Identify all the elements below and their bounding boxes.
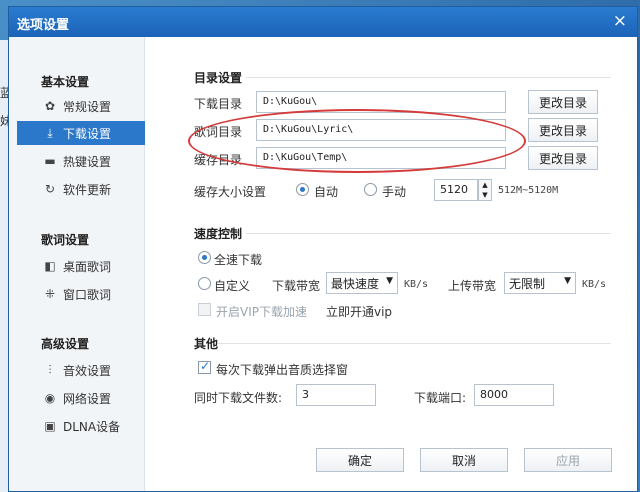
divider bbox=[246, 77, 611, 78]
chevron-down-icon: ▼ bbox=[564, 276, 571, 286]
sidebar: 基本设置 ✿ 常规设置 ⤓ 下载设置 ▬ 热键设置 ↻ 软件更新 歌词设置 ◧ … bbox=[9, 37, 145, 491]
other-section-title: 其他 bbox=[194, 337, 219, 351]
window-lyric-icon: ⁜ bbox=[44, 287, 56, 301]
download-unit: KB/s bbox=[404, 279, 429, 290]
dlna-icon: ▣ bbox=[44, 419, 56, 433]
cache-auto-radio[interactable] bbox=[296, 183, 309, 196]
download-dir-label: 下载目录 bbox=[194, 97, 243, 111]
concurrent-label: 同时下载文件数: bbox=[194, 391, 283, 405]
sidebar-item-general[interactable]: ✿ 常规设置 bbox=[17, 94, 145, 118]
sidebar-item-label: 软件更新 bbox=[63, 182, 112, 197]
custom-speed-radio[interactable] bbox=[198, 277, 211, 290]
sidebar-item-label: 热键设置 bbox=[63, 154, 112, 169]
close-icon[interactable]: × bbox=[613, 11, 627, 31]
sidebar-item-label: 网络设置 bbox=[63, 391, 112, 406]
ok-button[interactable]: 确定 bbox=[316, 448, 404, 472]
keyboard-icon: ▬ bbox=[44, 154, 56, 168]
settings-panel: 目录设置 下载目录 D:\KuGou\ 更改目录 歌词目录 D:\KuGou\L… bbox=[146, 37, 637, 491]
change-cache-dir-button[interactable]: 更改目录 bbox=[528, 146, 598, 170]
concurrent-input[interactable]: 3 bbox=[296, 384, 376, 406]
speed-section-title: 速度控制 bbox=[194, 227, 243, 241]
cache-size-label: 缓存大小设置 bbox=[194, 185, 267, 199]
refresh-icon: ↻ bbox=[44, 182, 56, 196]
network-icon: ◉ bbox=[44, 391, 56, 405]
upload-bandwidth-label: 上传带宽 bbox=[448, 279, 497, 293]
sidebar-item-label: 窗口歌词 bbox=[63, 287, 112, 302]
sidebar-item-hotkey[interactable]: ▬ 热键设置 bbox=[17, 149, 145, 173]
equalizer-icon: ⫶ bbox=[48, 363, 52, 377]
download-bandwidth-label: 下载带宽 bbox=[272, 279, 321, 293]
download-icon: ⤓ bbox=[47, 126, 53, 140]
sidebar-item-label: 下载设置 bbox=[63, 126, 112, 141]
sidebar-item-dlna[interactable]: ▣ DLNA设备 bbox=[17, 414, 145, 438]
sidebar-item-network[interactable]: ◉ 网络设置 bbox=[17, 386, 145, 410]
upload-bandwidth-select[interactable]: 无限制 ▼ bbox=[504, 272, 576, 294]
port-label: 下载端口: bbox=[414, 391, 467, 405]
download-bandwidth-value: 最快速度 bbox=[331, 277, 380, 291]
full-speed-label: 全速下载 bbox=[214, 253, 263, 267]
sidebar-item-label: 桌面歌词 bbox=[63, 259, 112, 274]
sidebar-item-window-lyric[interactable]: ⁜ 窗口歌词 bbox=[17, 282, 145, 306]
sidebar-item-label: 常规设置 bbox=[63, 99, 112, 114]
upload-bandwidth-value: 无限制 bbox=[509, 277, 546, 291]
cache-manual-radio[interactable] bbox=[364, 183, 377, 196]
upload-unit: KB/s bbox=[582, 279, 607, 290]
window-title: 选项设置 bbox=[17, 18, 70, 33]
download-dir-input[interactable]: D:\KuGou\ bbox=[256, 91, 506, 113]
port-input[interactable]: 8000 bbox=[474, 384, 554, 406]
chevron-down-icon: ▼ bbox=[386, 276, 393, 286]
quality-popup-checkbox[interactable] bbox=[198, 359, 211, 374]
directory-section-title: 目录设置 bbox=[194, 71, 243, 85]
change-lyric-dir-button[interactable]: 更改目录 bbox=[528, 118, 598, 142]
change-download-dir-button[interactable]: 更改目录 bbox=[528, 90, 598, 114]
vip-accel-label: 开启VIP下载加速 bbox=[216, 305, 307, 319]
sidebar-item-sound[interactable]: ⫶ 音效设置 bbox=[17, 358, 145, 382]
cache-size-stepper[interactable]: ▲ ▼ bbox=[478, 179, 492, 201]
sidebar-section-lyrics: 歌词设置 bbox=[41, 233, 90, 247]
custom-speed-label: 自定义 bbox=[214, 279, 251, 293]
divider bbox=[246, 233, 611, 234]
sidebar-section-advanced: 高级设置 bbox=[41, 337, 90, 351]
sidebar-item-label: 音效设置 bbox=[63, 363, 112, 378]
gear-icon: ✿ bbox=[44, 99, 56, 113]
desktop-lyric-icon: ◧ bbox=[44, 259, 56, 273]
full-speed-radio[interactable] bbox=[198, 251, 211, 264]
sidebar-item-label: DLNA设备 bbox=[63, 419, 121, 434]
cache-dir-label: 缓存目录 bbox=[194, 153, 243, 167]
vip-link[interactable]: 立即开通vip bbox=[326, 303, 392, 320]
sidebar-section-basic: 基本设置 bbox=[41, 75, 90, 89]
sidebar-item-desktop-lyric[interactable]: ◧ 桌面歌词 bbox=[17, 254, 145, 278]
cache-dir-input[interactable]: D:\KuGou\Temp\ bbox=[256, 147, 506, 169]
divider bbox=[218, 343, 611, 344]
cache-size-input[interactable]: 5120 bbox=[434, 179, 478, 201]
cache-range-hint: 512M~5120M bbox=[498, 185, 559, 196]
download-bandwidth-select[interactable]: 最快速度 ▼ bbox=[326, 272, 398, 294]
options-dialog: 选项设置 × 基本设置 ✿ 常规设置 ⤓ 下载设置 ▬ 热键设置 ↻ 软件更新 … bbox=[8, 6, 638, 492]
cache-auto-label: 自动 bbox=[314, 185, 339, 199]
cancel-button[interactable]: 取消 bbox=[420, 448, 508, 472]
lyric-dir-input[interactable]: D:\KuGou\Lyric\ bbox=[256, 119, 506, 141]
cache-manual-label: 手动 bbox=[382, 185, 407, 199]
lyric-dir-label: 歌词目录 bbox=[194, 125, 243, 139]
vip-accel-checkbox[interactable] bbox=[198, 303, 211, 316]
sidebar-item-download[interactable]: ⤓ 下载设置 bbox=[17, 121, 145, 145]
title-bar: 选项设置 × bbox=[9, 7, 637, 37]
sidebar-item-update[interactable]: ↻ 软件更新 bbox=[17, 177, 145, 201]
quality-popup-label: 每次下载弹出音质选择窗 bbox=[216, 363, 349, 377]
apply-button[interactable]: 应用 bbox=[524, 448, 612, 472]
